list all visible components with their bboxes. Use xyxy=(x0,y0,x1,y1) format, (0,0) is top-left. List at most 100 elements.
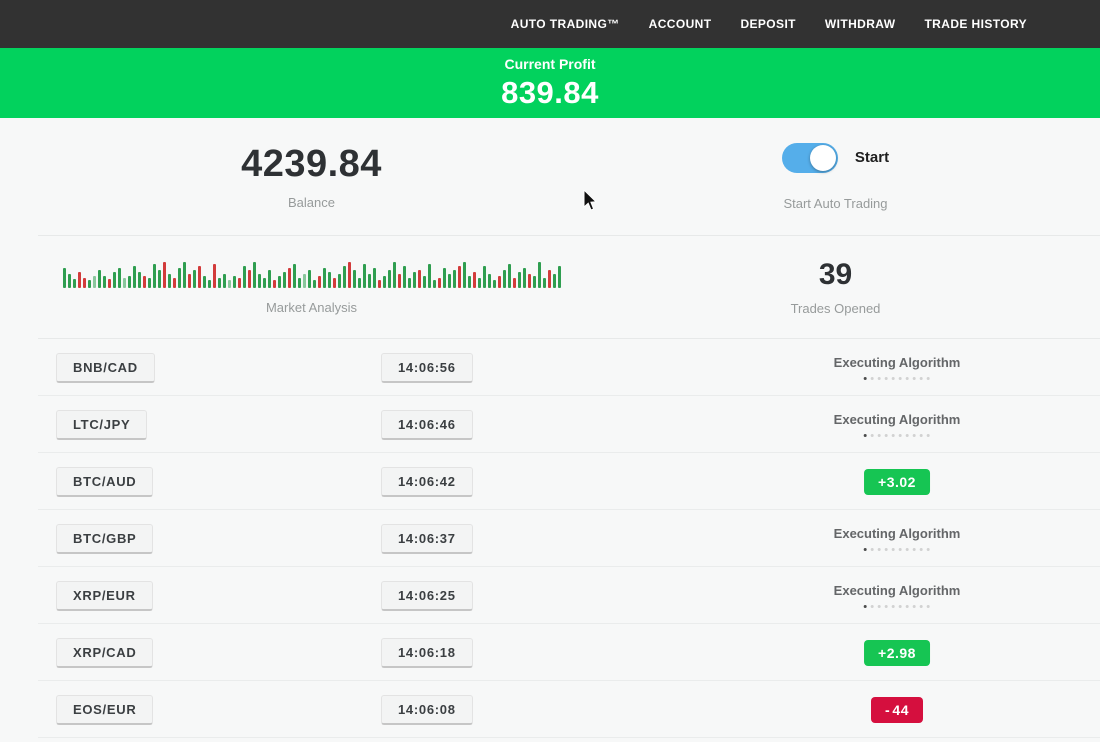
market-bar xyxy=(428,264,431,288)
market-bar xyxy=(228,280,231,288)
market-bar xyxy=(233,276,236,288)
current-profit-banner: Current Profit 839.84 xyxy=(0,48,1100,118)
top-nav-bar: AUTO TRADING™ ACCOUNT DEPOSIT WITHDRAW TRADE… xyxy=(0,0,1100,48)
market-bar xyxy=(198,266,201,288)
market-bar xyxy=(98,270,101,288)
progress-dot xyxy=(892,605,895,608)
trade-status: -44 xyxy=(871,697,923,723)
market-bar xyxy=(68,274,71,288)
pair-badge: BNB/CAD xyxy=(56,353,155,383)
market-bar xyxy=(453,270,456,288)
market-bar xyxy=(463,262,466,288)
trade-status: Executing Algorithm xyxy=(834,355,961,380)
market-bar xyxy=(238,278,241,288)
current-profit-value: 839.84 xyxy=(501,75,599,111)
nav-item-deposit[interactable]: DEPOSIT xyxy=(740,17,795,31)
balance-label: Balance xyxy=(288,195,335,210)
balance-section: 4239.84 Balance Start Start Auto Trading xyxy=(0,118,1100,235)
time-badge: 14:06:08 xyxy=(381,695,473,725)
trade-status: +3.02 xyxy=(864,469,930,495)
market-bar xyxy=(348,262,351,288)
market-bar xyxy=(298,278,301,288)
market-analysis-chart xyxy=(63,260,561,288)
time-badge: 14:06:46 xyxy=(381,410,473,440)
market-bar xyxy=(128,276,131,288)
progress-dot xyxy=(878,377,881,380)
market-bar xyxy=(223,274,226,288)
market-bar xyxy=(163,262,166,288)
market-bar xyxy=(473,272,476,288)
profit-badge: +3.02 xyxy=(864,469,930,495)
auto-trading-label: Start Auto Trading xyxy=(783,196,887,211)
market-bar xyxy=(533,276,536,288)
progress-dot xyxy=(913,605,916,608)
progress-dot xyxy=(913,434,916,437)
market-bar xyxy=(393,262,396,288)
executing-algorithm-label: Executing Algorithm xyxy=(834,412,961,427)
progress-dot xyxy=(906,434,909,437)
progress-dot xyxy=(871,377,874,380)
nav-item-auto-trading[interactable]: AUTO TRADING™ xyxy=(511,17,620,31)
market-bar xyxy=(243,266,246,288)
progress-dot xyxy=(871,605,874,608)
market-bar xyxy=(173,278,176,288)
market-bar xyxy=(558,266,561,288)
nav-item-trade-history[interactable]: TRADE HISTORY xyxy=(924,17,1027,31)
trade-row: LTC/JPY 14:06:46 Executing Algorithm xyxy=(0,396,1100,453)
market-bar xyxy=(183,262,186,288)
market-bar xyxy=(363,264,366,288)
progress-dot xyxy=(885,434,888,437)
market-bar xyxy=(208,280,211,288)
progress-dot xyxy=(885,377,888,380)
market-bar xyxy=(83,278,86,288)
executing-algorithm-label: Executing Algorithm xyxy=(834,355,961,370)
market-bar xyxy=(138,272,141,288)
progress-dot xyxy=(899,605,902,608)
market-bar xyxy=(358,278,361,288)
market-bar xyxy=(193,270,196,288)
market-bar xyxy=(148,278,151,288)
balance-value: 4239.84 xyxy=(241,143,382,186)
toggle-knob-icon xyxy=(810,145,836,171)
time-badge: 14:06:56 xyxy=(381,353,473,383)
auto-trading-toggle[interactable] xyxy=(782,143,838,173)
market-bar xyxy=(423,276,426,288)
market-bar xyxy=(383,276,386,288)
market-bar xyxy=(153,264,156,288)
market-bar xyxy=(353,270,356,288)
progress-dot xyxy=(920,605,923,608)
market-bar xyxy=(63,268,66,288)
market-bar xyxy=(103,276,106,288)
progress-dot xyxy=(899,548,902,551)
market-bar xyxy=(88,280,91,288)
progress-dots xyxy=(864,377,930,380)
market-bar xyxy=(478,278,481,288)
market-bar xyxy=(513,278,516,288)
pair-badge: BTC/GBP xyxy=(56,524,153,554)
loss-badge: -44 xyxy=(871,697,923,723)
trade-row: BTC/GBP 14:06:37 Executing Algorithm xyxy=(0,510,1100,567)
progress-dot xyxy=(878,548,881,551)
progress-dot xyxy=(906,548,909,551)
market-bar xyxy=(438,278,441,288)
progress-dot xyxy=(892,548,895,551)
pair-badge: EOS/EUR xyxy=(56,695,153,725)
market-bar xyxy=(213,264,216,288)
progress-dot xyxy=(885,548,888,551)
pair-badge: XRP/EUR xyxy=(56,581,153,611)
market-bar xyxy=(368,274,371,288)
market-bar xyxy=(123,278,126,288)
market-bar xyxy=(493,280,496,288)
nav-item-withdraw[interactable]: WITHDRAW xyxy=(825,17,896,31)
market-bar xyxy=(528,274,531,288)
market-bar xyxy=(188,274,191,288)
market-bar xyxy=(338,274,341,288)
progress-dot xyxy=(913,548,916,551)
market-bar xyxy=(203,276,206,288)
market-analysis-cell: Market Analysis xyxy=(0,260,623,315)
market-bar xyxy=(543,278,546,288)
market-bar xyxy=(448,274,451,288)
time-badge: 14:06:18 xyxy=(381,638,473,668)
trades-opened-value: 39 xyxy=(819,258,852,292)
nav-item-account[interactable]: ACCOUNT xyxy=(649,17,712,31)
